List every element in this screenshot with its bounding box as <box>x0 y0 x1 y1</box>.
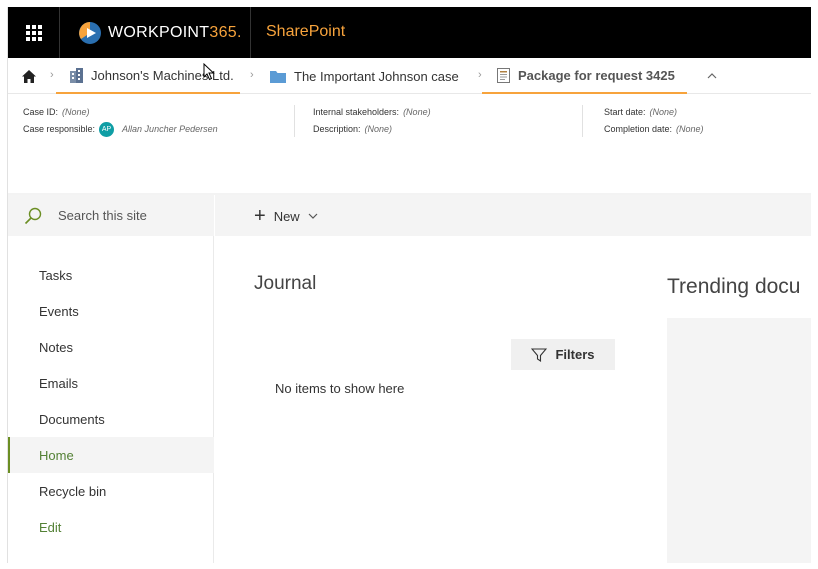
completion-date-label: Completion date: <box>604 124 673 134</box>
avatar[interactable]: AP <box>99 122 115 137</box>
start-date-value: (None) <box>649 107 678 117</box>
case-meta-right: Start date: (None) Completion date: (None) <box>604 104 704 138</box>
empty-state-text: No items to show here <box>275 381 405 396</box>
trending-documents-panel <box>667 318 811 563</box>
package-icon <box>497 67 510 83</box>
divider <box>582 105 583 137</box>
nav-item-notes[interactable]: Notes <box>8 329 214 365</box>
description-label: Description: <box>313 124 361 134</box>
nav-item-home[interactable]: Home <box>8 437 214 473</box>
completion-date-value: (None) <box>676 124 704 134</box>
case-id-value: (None) <box>62 107 90 117</box>
suite-bar: WORKPOINT365. SharePoint <box>8 7 811 58</box>
sharepoint-link[interactable]: SharePoint <box>266 23 345 41</box>
mouse-cursor-icon <box>203 63 215 81</box>
chevron-right-icon: › <box>250 69 254 81</box>
new-button-label: New <box>273 208 300 224</box>
search-icon <box>24 207 42 225</box>
search-box[interactable]: Search this site <box>8 195 214 236</box>
divider <box>59 7 60 58</box>
home-icon <box>22 69 36 83</box>
new-button[interactable]: + New <box>254 205 318 227</box>
case-id-label: Case ID: <box>23 107 59 117</box>
trending-documents-title: Trending docu <box>667 275 801 298</box>
workpoint-play-icon <box>79 22 101 44</box>
chevron-down-icon <box>308 213 318 219</box>
nav-edit-link[interactable]: Edit <box>8 509 214 545</box>
command-bar: + New <box>215 195 811 236</box>
filters-button[interactable]: Filters <box>511 339 615 370</box>
nav-item-tasks[interactable]: Tasks <box>8 257 214 293</box>
home-link[interactable] <box>22 58 36 94</box>
nav-item-documents[interactable]: Documents <box>8 401 214 437</box>
case-responsible-value[interactable]: Allan Juncher Pedersen <box>122 121 218 138</box>
breadcrumb-label: Package for request 3425 <box>518 67 675 83</box>
breadcrumb: › Johnson's Machines Ltd. › The Importan… <box>8 58 811 94</box>
nav-item-recycle-bin[interactable]: Recycle bin <box>8 473 214 509</box>
journal-title: Journal <box>254 273 317 294</box>
breadcrumb-label: The Important Johnson case <box>294 68 459 84</box>
internal-stakeholders-label: Internal stakeholders: <box>313 107 400 117</box>
folder-icon <box>270 70 286 83</box>
nav-item-events[interactable]: Events <box>8 293 214 329</box>
collapse-button[interactable] <box>703 58 721 94</box>
building-icon <box>70 67 83 83</box>
app-launcher-button[interactable] <box>8 7 59 58</box>
search-input[interactable]: Search this site <box>58 208 147 223</box>
case-responsible-label: Case responsible: <box>23 124 96 134</box>
case-meta-left: Case ID: (None) Case responsible: AP Allan … <box>23 104 218 138</box>
left-navigation: Search this site Tasks Events Notes Emai… <box>8 195 214 563</box>
filters-label: Filters <box>555 347 595 362</box>
nav-item-emails[interactable]: Emails <box>8 365 214 401</box>
breadcrumb-item-johnson-case[interactable]: The Important Johnson case <box>270 58 459 94</box>
start-date-label: Start date: <box>604 107 646 117</box>
chevron-right-icon: › <box>50 69 54 81</box>
divider <box>294 105 295 137</box>
divider <box>250 7 251 58</box>
filter-icon <box>531 347 548 362</box>
internal-stakeholders-value: (None) <box>403 107 431 117</box>
plus-icon: + <box>254 205 266 227</box>
waffle-icon <box>25 24 42 41</box>
breadcrumb-item-package[interactable]: Package for request 3425 <box>482 58 687 94</box>
description-value: (None) <box>364 124 393 134</box>
case-meta-middle: Internal stakeholders: (None) Description… <box>313 104 431 138</box>
brand-name: WORKPOINT365. <box>108 24 242 41</box>
chevron-up-icon <box>707 73 717 79</box>
sharepoint-window: WORKPOINT365. SharePoint › Johnson's Mac… <box>7 7 811 563</box>
workpoint-logo[interactable]: WORKPOINT365. <box>78 20 242 46</box>
